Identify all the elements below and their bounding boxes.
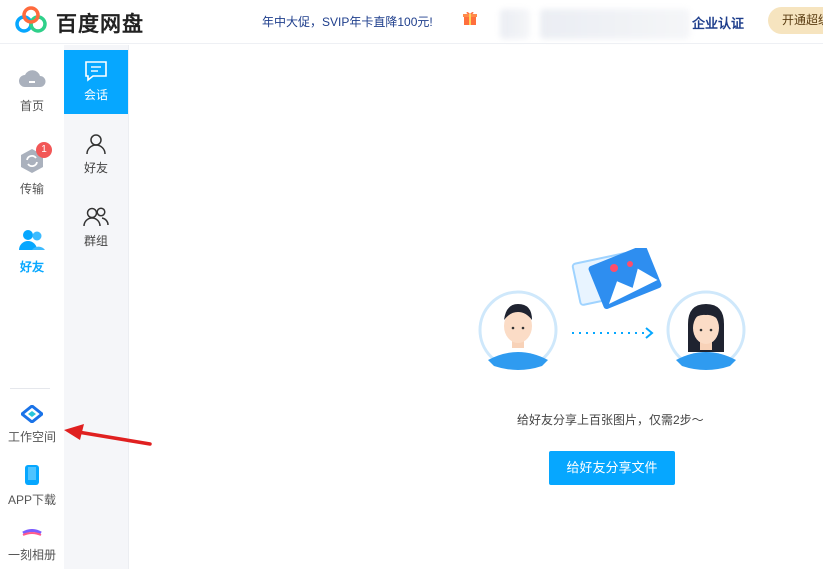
friends-subnav: 会话 好友 群组 [64, 45, 129, 569]
rail-label-workspace: 工作空间 [7, 430, 56, 444]
gift-icon[interactable] [462, 10, 478, 26]
blurred-user-avatar [540, 9, 690, 39]
female-avatar [666, 290, 746, 370]
person-icon [86, 134, 106, 155]
rail-divider [10, 388, 50, 389]
rail-item-home[interactable]: 首页 [0, 67, 64, 114]
rail-item-transfer[interactable]: 1 传输 [0, 142, 64, 197]
baidu-netdisk-logo[interactable] [14, 6, 48, 36]
male-avatar [478, 290, 558, 370]
photos-icon [571, 248, 662, 310]
share-file-button[interactable]: 给好友分享文件 [549, 451, 675, 485]
subnav-item-chat[interactable]: 会话 [64, 50, 128, 114]
album-icon [22, 529, 42, 536]
subnav-label-groups: 群组 [83, 234, 108, 248]
brand-name: 百度网盘 [56, 13, 144, 36]
enterprise-auth-link[interactable]: 企业认证 [692, 13, 744, 32]
phone-icon [25, 465, 39, 485]
promo-banner[interactable]: 年中大促，SVIP年卡直降100元! [262, 13, 433, 30]
subnav-item-groups[interactable]: 群组 [64, 196, 128, 260]
rail-label-home: 首页 [19, 99, 44, 113]
rail-label-app-download: APP下载 [7, 493, 56, 507]
group-icon [83, 207, 109, 227]
left-rail: 首页 1 传输 好友 工作空间 APP下载 一刻相册 [0, 45, 64, 569]
rail-item-album[interactable]: 一刻相册 [0, 529, 64, 563]
subnav-item-friends[interactable]: 好友 [64, 123, 128, 187]
blurred-user-area [500, 9, 530, 39]
annotation-arrow [64, 424, 152, 446]
share-illustration [478, 248, 746, 370]
subnav-label-friends: 好友 [83, 161, 108, 175]
rail-item-friends[interactable]: 好友 [0, 228, 64, 275]
top-header: 百度网盘 年中大促，SVIP年卡直降100元! 企业认证 开通超级 [0, 0, 823, 44]
rail-label-friends: 好友 [19, 260, 44, 274]
chat-icon [85, 61, 107, 82]
cloud-icon [19, 70, 46, 87]
rail-item-app-download[interactable]: APP下载 [0, 464, 64, 508]
friends-icon [19, 230, 45, 250]
rail-label-transfer: 传输 [19, 182, 44, 196]
transfer-badge: 1 [36, 142, 52, 158]
rail-label-album: 一刻相册 [7, 548, 56, 562]
subnav-label-chat: 会话 [83, 88, 108, 102]
dotted-arrow [572, 327, 654, 339]
open-svip-button[interactable]: 开通超级 [768, 7, 823, 34]
